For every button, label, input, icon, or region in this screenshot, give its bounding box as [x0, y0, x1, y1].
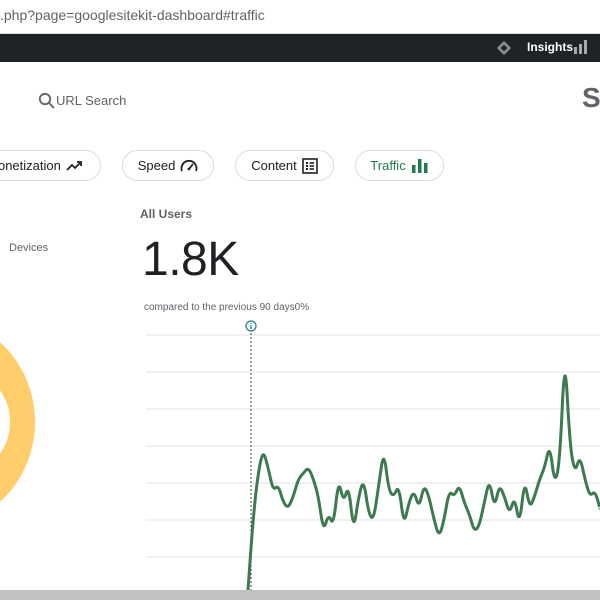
browser-page: .php?page=googlesitekit-dashboard#traffi… — [0, 0, 600, 600]
tab-traffic-label: Traffic — [370, 158, 406, 173]
tab-monetization[interactable]: Monetization — [0, 150, 101, 181]
bar-chart-icon — [411, 159, 428, 173]
brand-text-partial: S — [582, 82, 600, 113]
all-users-line-chart — [146, 333, 600, 590]
address-bar[interactable]: .php?page=googlesitekit-dashboard#traffi… — [0, 0, 600, 34]
tab-traffic[interactable]: Traffic — [355, 150, 444, 181]
search-icon — [38, 92, 55, 108]
content-list-icon — [301, 157, 318, 174]
url-search-label: URL Search — [56, 92, 127, 108]
sitekit-diamond-icon[interactable] — [496, 40, 512, 56]
tab-content[interactable]: Content — [235, 150, 334, 181]
dashboard-header: URL Search S — [0, 62, 600, 140]
horizontal-scrollbar[interactable] — [0, 590, 600, 600]
chart-gridlines — [146, 334, 600, 558]
insights-link[interactable]: Insights — [527, 40, 573, 54]
devices-donut-chart — [0, 342, 35, 502]
devices-title: Devices — [9, 242, 49, 254]
url-search-button[interactable]: URL Search — [38, 90, 126, 110]
trending-up-icon — [66, 160, 82, 171]
tab-speed-label: Speed — [137, 158, 176, 173]
tab-speed[interactable]: Speed — [122, 150, 214, 181]
tab-content-label: Content — [251, 158, 297, 173]
metric-title: All Users — [140, 207, 193, 221]
speedometer-icon — [180, 159, 198, 171]
tab-monetization-label: Monetization — [0, 158, 61, 173]
metric-comparison: compared to the previous 90 days0% — [144, 302, 310, 313]
url-text[interactable]: .php?page=googlesitekit-dashboard#traffi… — [0, 7, 265, 23]
wp-admin-bar: Insights — [0, 34, 600, 62]
metric-value: 1.8K — [142, 233, 239, 286]
bar-chart-icon[interactable] — [573, 40, 589, 54]
